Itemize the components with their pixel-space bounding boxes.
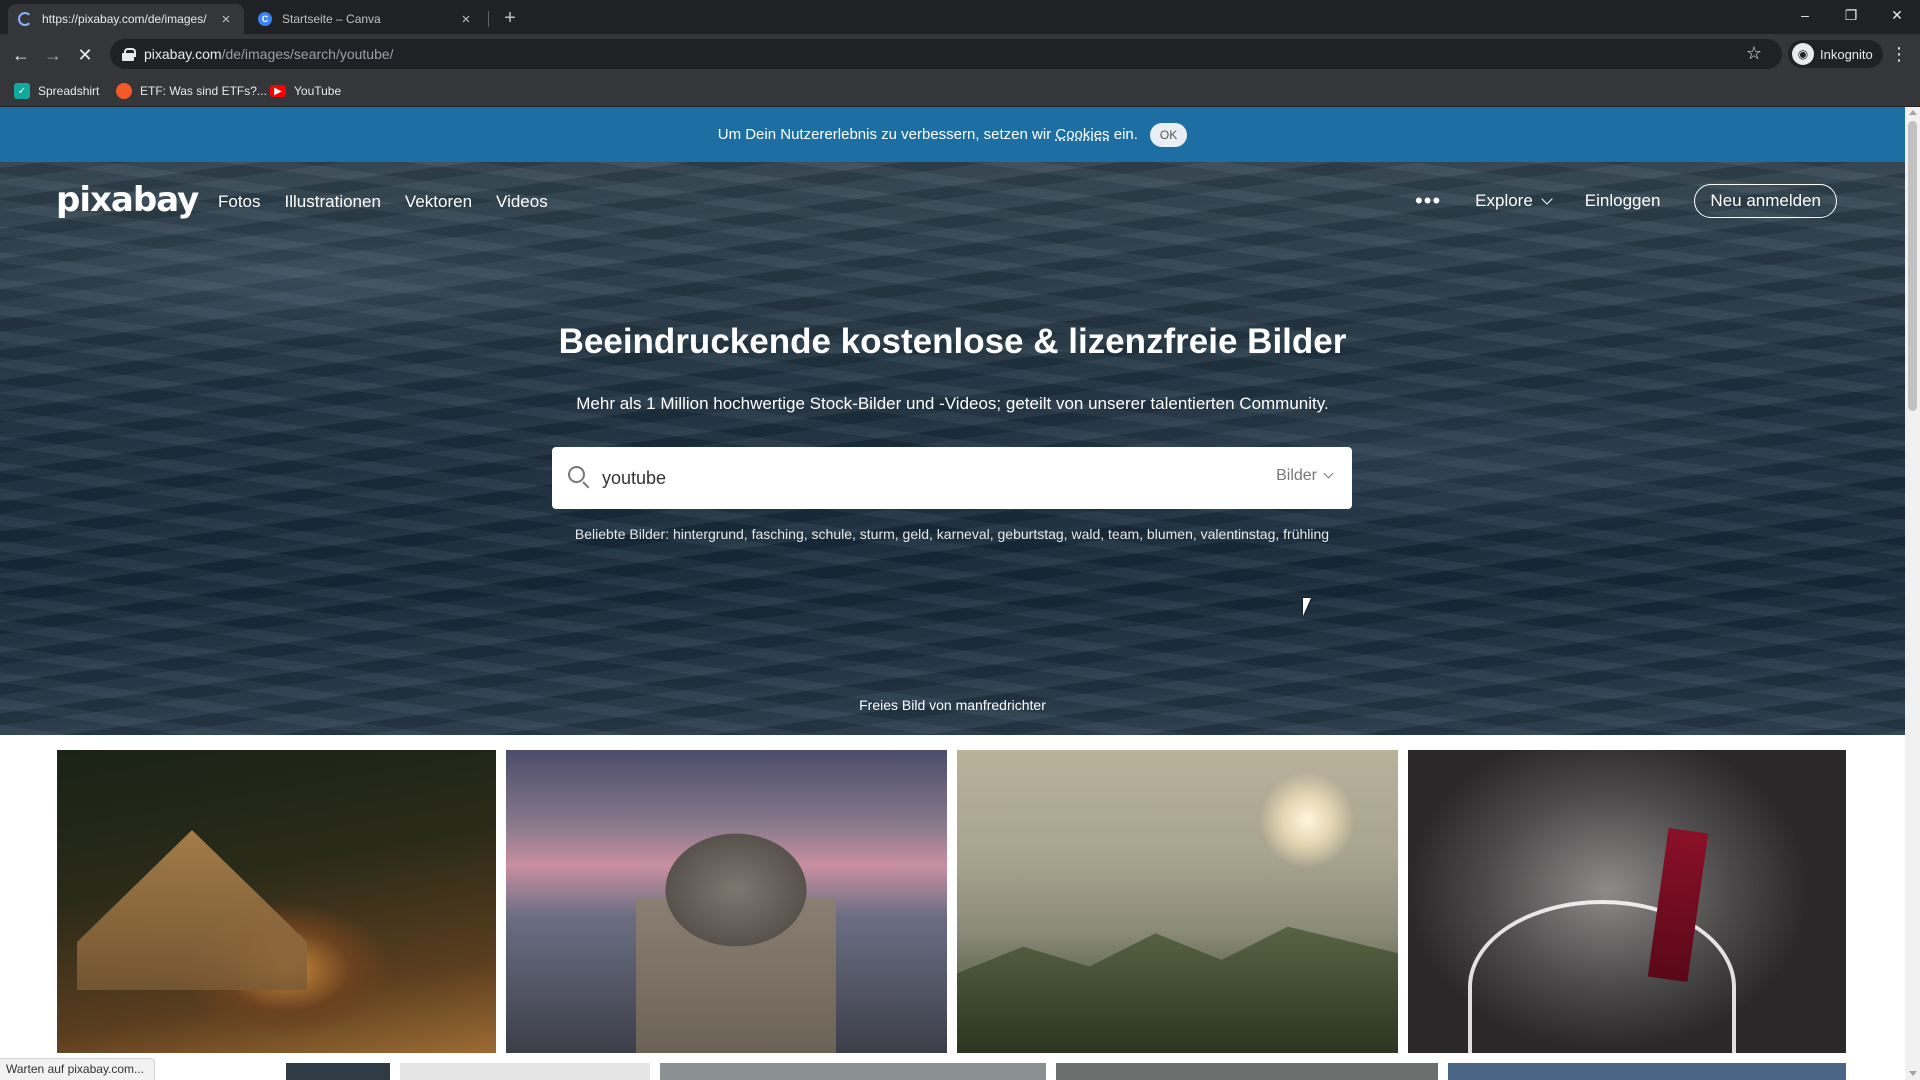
main-nav: Fotos Illustrationen Vektoren Videos	[218, 192, 548, 212]
lock-icon	[122, 48, 136, 61]
bookmark-youtube[interactable]: ▶ YouTube	[270, 81, 341, 101]
bookmark-spreadshirt[interactable]: ✓ Spreadshirt	[14, 81, 99, 101]
bookmark-label: ETF: Was sind ETFs?...	[140, 84, 267, 98]
more-icon[interactable]: •••	[1415, 190, 1441, 212]
spreadshirt-icon: ✓	[14, 83, 30, 99]
nav-illustrationen[interactable]: Illustrationen	[285, 192, 381, 212]
cookie-banner: Um Dein Nutzererlebnis zu verbessern, se…	[0, 107, 1905, 162]
browser-menu-icon[interactable]: ⋮	[1890, 44, 1908, 64]
close-tab-icon[interactable]: ×	[458, 11, 474, 28]
close-window-button[interactable]: ✕	[1874, 0, 1920, 30]
search-type-dropdown[interactable]: Bilder	[1276, 467, 1334, 485]
signup-button[interactable]: Neu anmelden	[1694, 184, 1837, 218]
close-tab-icon[interactable]: ×	[218, 11, 234, 28]
bookmark-etf[interactable]: ETF: Was sind ETFs?...	[116, 81, 267, 101]
url-host: pixabay.com	[144, 46, 222, 62]
restore-button[interactable]: ❐	[1828, 0, 1874, 30]
result-image-row2[interactable]	[286, 1063, 390, 1080]
chevron-down-icon	[1323, 468, 1334, 479]
popular-tag[interactable]: fasching,	[748, 526, 808, 542]
tab-canva[interactable]: C Startseite – Canva ×	[248, 4, 484, 34]
search-icon[interactable]	[568, 466, 585, 483]
result-image-row2[interactable]	[1448, 1063, 1846, 1080]
incognito-icon: ◉	[1792, 43, 1814, 65]
popular-tag[interactable]: blumen,	[1143, 526, 1197, 542]
etf-icon	[116, 83, 132, 99]
cookies-link[interactable]: Cookies	[1055, 126, 1109, 143]
popular-tag[interactable]: wald,	[1068, 526, 1104, 542]
profile-label: Inkognito	[1820, 46, 1873, 62]
incognito-profile-button[interactable]: ◉ Inkognito	[1788, 40, 1883, 68]
stop-loading-icon[interactable]: ✕	[72, 42, 98, 68]
tab-title: https://pixabay.com/de/images/	[42, 12, 207, 26]
hero-subtitle: Mehr als 1 Million hochwertige Stock-Bil…	[576, 394, 1329, 413]
search-type-label: Bilder	[1276, 467, 1317, 484]
pixabay-logo[interactable]: pixabay	[56, 180, 199, 220]
search-input[interactable]	[602, 447, 1202, 509]
address-bar[interactable]: pixabay.com/de/images/search/youtube/ ☆	[110, 39, 1782, 69]
page-viewport: Um Dein Nutzererlebnis zu verbessern, se…	[0, 107, 1905, 1080]
popular-tag[interactable]: geld,	[899, 526, 933, 542]
result-image-camping[interactable]	[57, 750, 496, 1053]
header-right-nav: ••• Explore Einloggen Neu anmelden	[1415, 184, 1837, 218]
back-arrow-icon[interactable]: ←	[8, 42, 34, 68]
result-image-great-wall[interactable]	[957, 750, 1398, 1053]
scroll-up-icon[interactable]	[1909, 110, 1917, 115]
mouse-cursor	[1303, 598, 1311, 616]
canva-favicon-icon: C	[258, 12, 272, 26]
popular-tag-list: hintergrund, fasching, schule, sturm, ge…	[673, 526, 1329, 542]
image-credit[interactable]: Freies Bild von manfredrichter	[0, 697, 1905, 713]
popular-tags: Beliebte Bilder: hintergrund, fasching, …	[552, 524, 1352, 544]
hero-section: pixabay Fotos Illustrationen Vektoren Vi…	[0, 162, 1905, 735]
new-tab-button[interactable]: +	[498, 6, 522, 30]
cookie-text-end: ein.	[1109, 126, 1138, 143]
chevron-down-icon	[1541, 193, 1553, 205]
explore-label: Explore	[1475, 191, 1533, 210]
result-image-row2[interactable]	[660, 1063, 1046, 1080]
loading-spinner-icon	[18, 12, 32, 26]
popular-tag[interactable]: geburtstag,	[994, 526, 1068, 542]
popular-tag[interactable]: karneval,	[933, 526, 994, 542]
scrollbar-thumb[interactable]	[1908, 121, 1917, 411]
minimize-button[interactable]: –	[1782, 0, 1828, 30]
popular-tag[interactable]: hintergrund,	[673, 526, 748, 542]
tab-pixabay[interactable]: https://pixabay.com/de/images/ ×	[8, 4, 244, 34]
search-box: Bilder	[552, 447, 1352, 509]
bookmark-star-icon[interactable]: ☆	[1746, 43, 1762, 64]
explore-menu[interactable]: Explore	[1475, 191, 1553, 211]
popular-label: Beliebte Bilder:	[574, 526, 670, 542]
bookmarks-bar: ✓ Spreadshirt ETF: Was sind ETFs?... ▶ Y…	[0, 74, 1920, 107]
result-image-row2[interactable]	[400, 1063, 650, 1080]
tab-title: Startseite – Canva	[282, 12, 381, 26]
url-text: pixabay.com/de/images/search/youtube/	[144, 46, 394, 62]
bookmark-label: Spreadshirt	[38, 84, 100, 98]
youtube-icon: ▶	[270, 85, 286, 97]
status-bar: Warten auf pixabay.com...	[0, 1058, 156, 1080]
popular-tag[interactable]: team,	[1104, 526, 1143, 542]
nav-fotos[interactable]: Fotos	[218, 192, 261, 212]
forward-arrow-icon[interactable]: →	[40, 42, 66, 68]
login-link[interactable]: Einloggen	[1585, 191, 1661, 211]
popular-tag[interactable]: sturm,	[856, 526, 899, 542]
popular-tag[interactable]: schule,	[808, 526, 856, 542]
nav-vektoren[interactable]: Vektoren	[405, 192, 472, 212]
hero-title: Beeindruckende kostenlose & lizenzfreie …	[558, 322, 1347, 361]
page-scrollbar[interactable]	[1905, 107, 1920, 1080]
popular-tag[interactable]: valentinstag,	[1197, 526, 1280, 542]
scroll-down-icon[interactable]	[1909, 1071, 1917, 1076]
cookie-text: Um Dein Nutzererlebnis zu verbessern, se…	[717, 126, 1056, 143]
result-image-pisa[interactable]	[506, 750, 947, 1053]
cookie-ok-button[interactable]: OK	[1149, 122, 1188, 147]
browser-tab-strip: https://pixabay.com/de/images/ × C Start…	[0, 0, 1920, 34]
bookmark-label: YouTube	[294, 84, 342, 98]
result-image-wine[interactable]	[1408, 750, 1846, 1053]
url-path: /de/images/search/youtube/	[221, 46, 394, 62]
tab-separator	[488, 11, 489, 27]
result-image-row2[interactable]	[1056, 1063, 1438, 1080]
nav-videos[interactable]: Videos	[496, 192, 548, 212]
popular-tag[interactable]: frühling	[1279, 526, 1329, 542]
browser-toolbar: ← → ✕ pixabay.com/de/images/search/youtu…	[0, 34, 1920, 74]
